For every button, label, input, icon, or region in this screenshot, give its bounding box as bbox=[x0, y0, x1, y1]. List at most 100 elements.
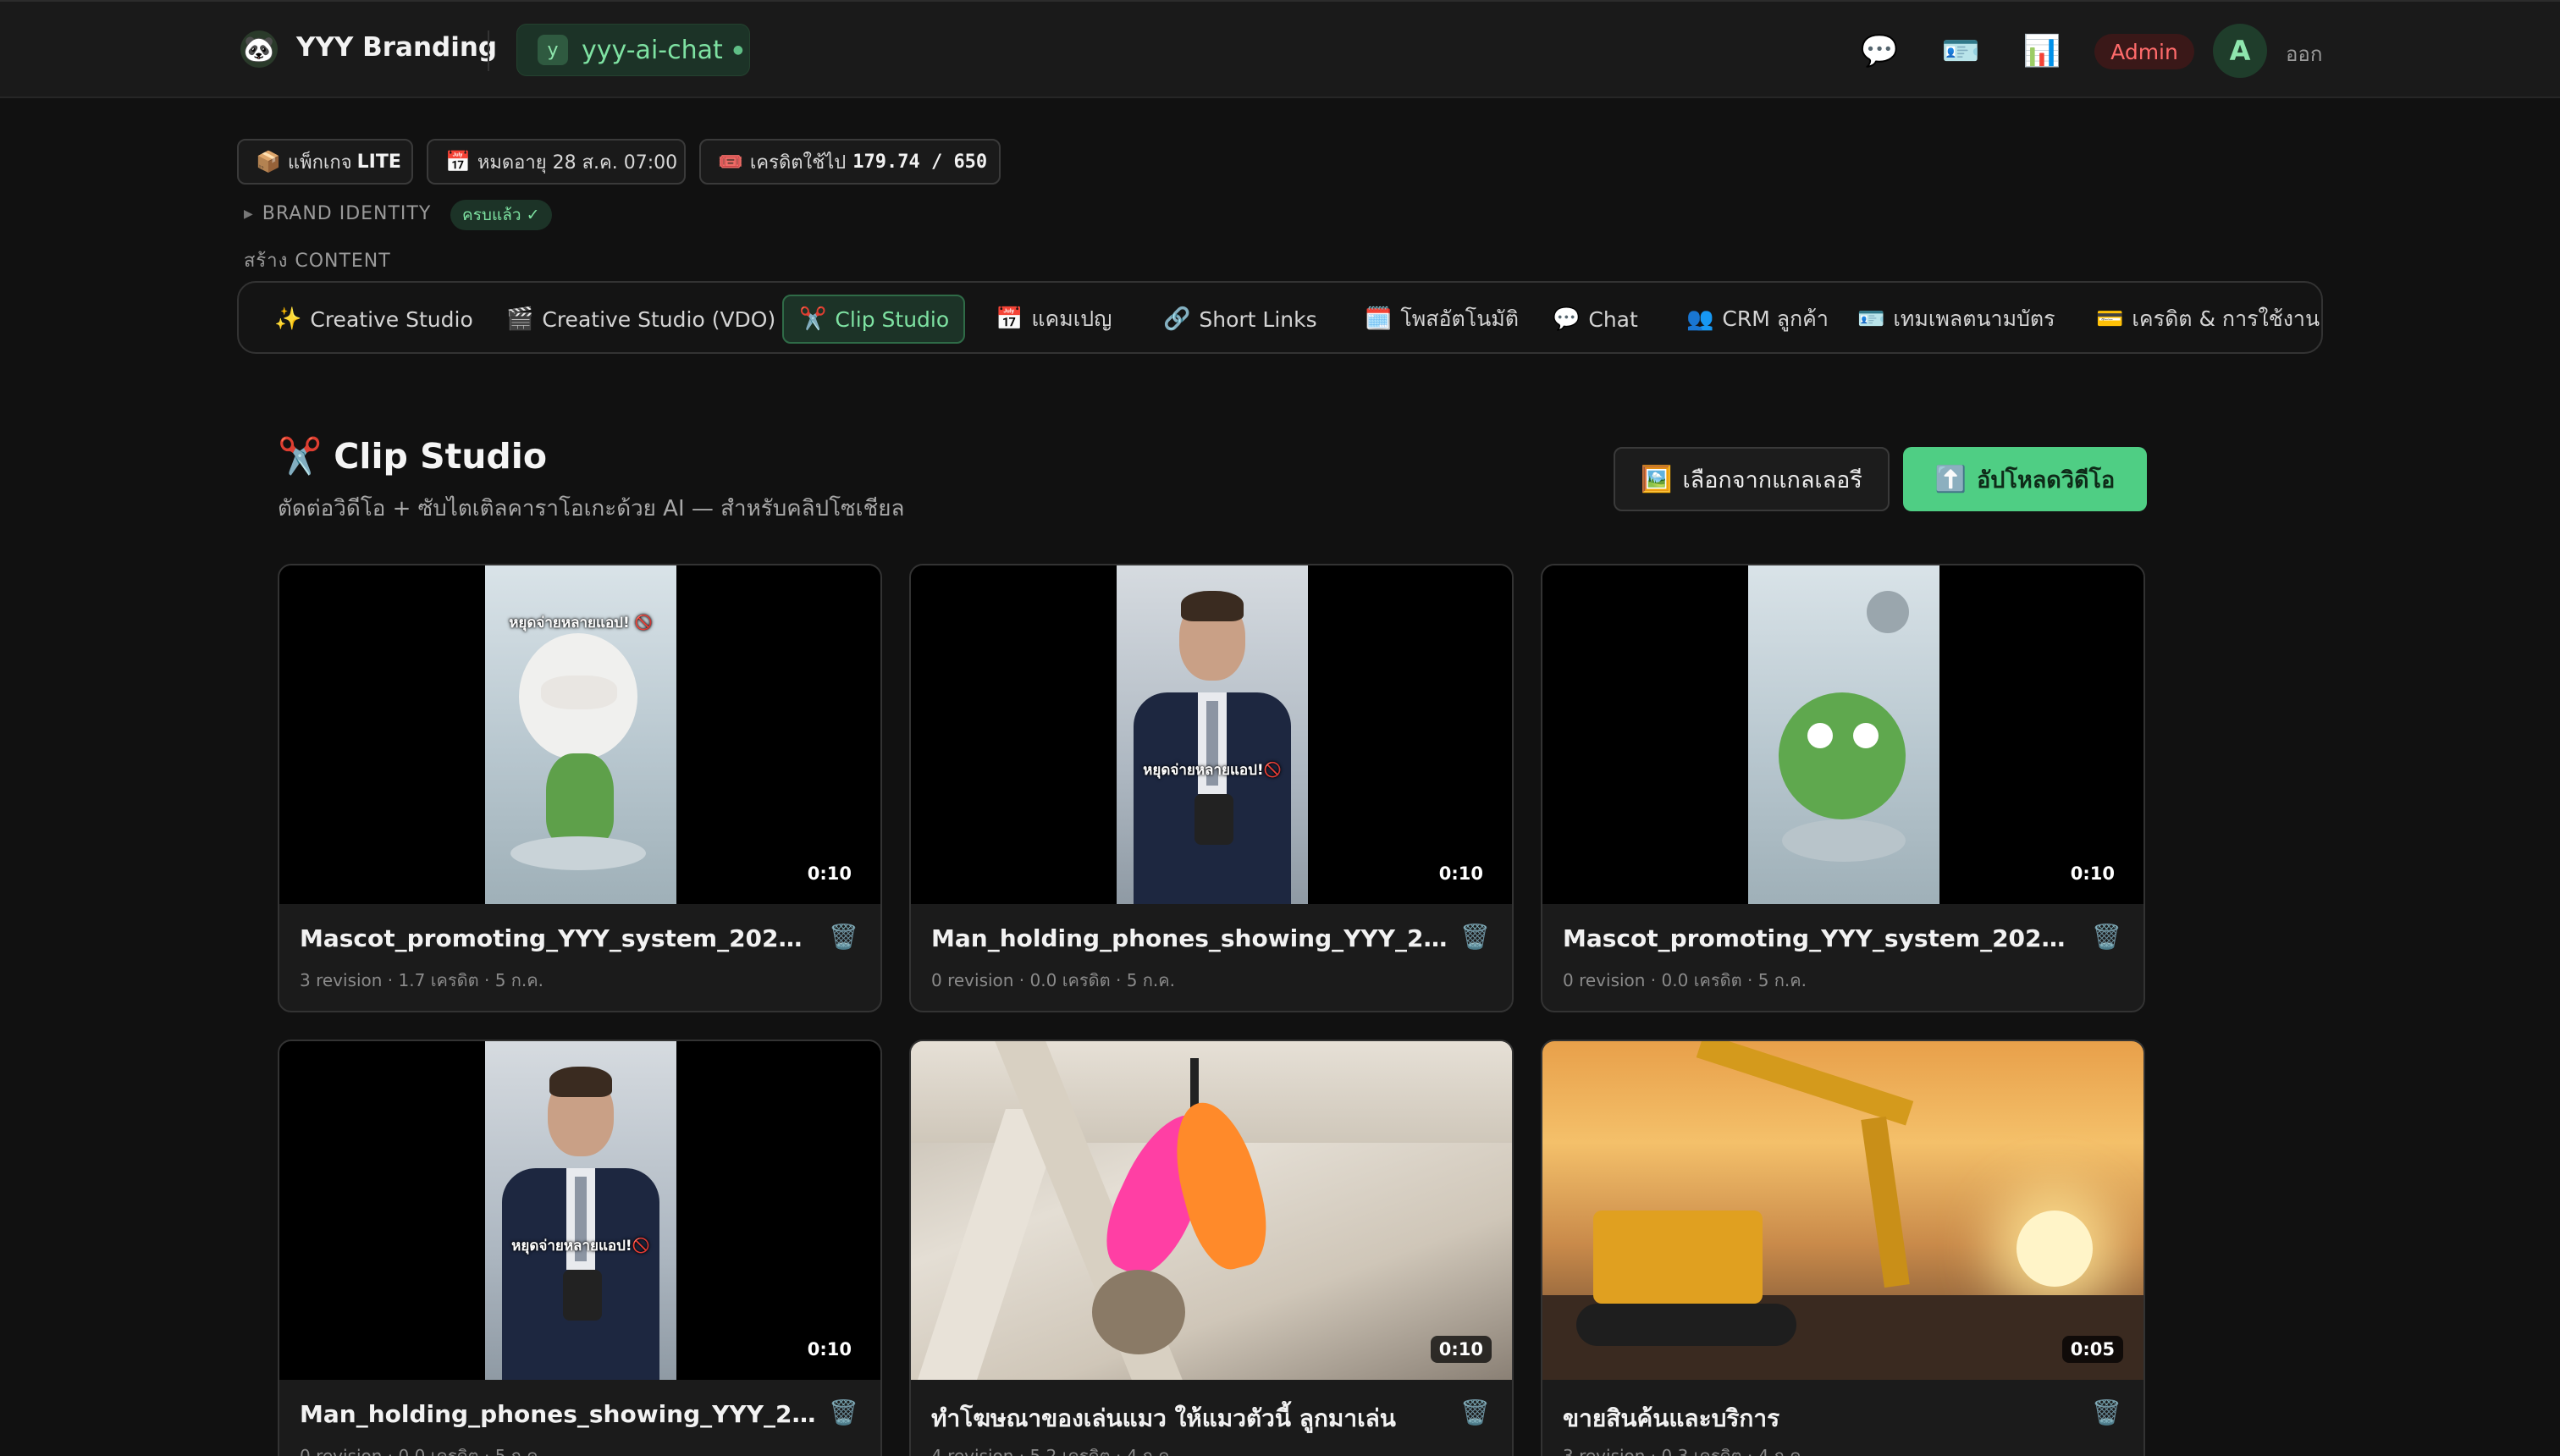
triangle-right-icon: ▶ bbox=[244, 207, 254, 221]
content-tabbar: ✨ Creative Studio 🎬 Creative Studio (VDO… bbox=[237, 281, 2323, 354]
tab-credits-usage[interactable]: 💳 เครดิต & การใช้งาน bbox=[2081, 295, 2335, 344]
tab-label: CRM ลูกค้า bbox=[1722, 306, 1829, 331]
trash-icon[interactable]: 🗑️ bbox=[1460, 1398, 1490, 1426]
expiry-chip: 📅 หมดอายุ 28 ส.ค. 07:00 bbox=[427, 139, 686, 185]
expiry-label: หมดอายุ 28 ส.ค. 07:00 bbox=[477, 152, 678, 174]
businessman-video-frame: หยุดจ่ายหลายแอป!🚫 bbox=[485, 1041, 676, 1380]
trash-icon[interactable]: 🗑️ bbox=[829, 1398, 858, 1426]
workspace-name: yyy-ai-chat bbox=[582, 35, 723, 65]
clip-thumbnail[interactable]: หยุดจ่ายหลายแอป! 🚫 0:10 bbox=[279, 565, 880, 904]
clip-card[interactable]: 0:10 Mascot_promoting_YYY_system_2026070… bbox=[1541, 564, 2145, 1012]
brand-logo-icon[interactable]: 🐼 bbox=[240, 30, 278, 68]
clip-title[interactable]: ทำโฆษณาของเล่นแมว ให้แมวตัวนี้ ลูกมาเล่น bbox=[931, 1400, 1448, 1437]
top-navbar: 🐼 YYY Branding y yyy-ai-chat ● 💬 🪪 📊 Adm… bbox=[0, 0, 2560, 98]
image-icon: 🖼️ bbox=[1641, 464, 1673, 494]
clip-meta: 0 revision · 0.0 เครดิต · 5 ก.ค. bbox=[1563, 970, 1807, 990]
tab-business-card-templates[interactable]: 🪪 เทมเพลตนามบัตร bbox=[1842, 295, 2071, 344]
user-avatar[interactable]: A bbox=[2213, 24, 2267, 78]
clip-meta: 0 revision · 0.0 เครดิต · 5 ก.ค. bbox=[931, 970, 1175, 990]
id-card-icon[interactable]: 🪪 bbox=[1940, 30, 1981, 71]
clip-card[interactable]: หยุดจ่ายหลายแอป!🚫 0:10 Man_holding_phone… bbox=[909, 564, 1514, 1012]
trash-icon[interactable]: 🗑️ bbox=[2092, 1398, 2121, 1426]
brand-identity-status-badge: ครบแล้ว ✓ bbox=[450, 200, 552, 230]
credits-chip: 🎟️ เครดิตใช้ไป 179.74 / 650 bbox=[699, 139, 1001, 185]
tab-label: เทมเพลตนามบัตร bbox=[1893, 306, 2055, 331]
tab-clip-studio[interactable]: ✂️ Clip Studio bbox=[782, 295, 965, 344]
clip-meta: 3 revision · 1.7 เครดิต · 5 ก.ค. bbox=[300, 970, 543, 990]
scissors-icon: ✂️ bbox=[799, 306, 827, 332]
clip-thumbnail[interactable]: 0:10 bbox=[911, 1041, 1512, 1380]
logout-link[interactable]: ออก bbox=[2286, 37, 2322, 70]
tab-auto-post[interactable]: 🗓️ โพสอัตโนมัติ bbox=[1349, 295, 1534, 344]
header-divider bbox=[488, 30, 489, 71]
tab-short-links[interactable]: 🔗 Short Links bbox=[1148, 295, 1332, 344]
clip-meta: 4 revision · 5.2 เครดิต · 4 ก.ค. bbox=[931, 1446, 1175, 1456]
clip-thumbnail[interactable]: หยุดจ่ายหลายแอป!🚫 0:10 bbox=[911, 565, 1512, 904]
clip-thumbnail[interactable]: 0:10 bbox=[1542, 565, 2143, 904]
tab-campaign[interactable]: 📅 แคมเปญ bbox=[980, 295, 1127, 344]
page-subtitle: ตัดต่อวิดีโอ + ซับไตเติลคาราโอเกะด้วย AI… bbox=[278, 496, 905, 521]
brand-identity-toggle[interactable]: ▶ BRAND IDENTITY bbox=[244, 203, 431, 224]
schedule-icon: 🗓️ bbox=[1365, 306, 1393, 332]
clip-duration: 0:10 bbox=[798, 860, 860, 887]
package-icon: 📦 bbox=[256, 150, 281, 174]
clip-duration: 0:10 bbox=[2061, 860, 2123, 887]
clip-title[interactable]: ขายสินค้นและบริการ bbox=[1563, 1400, 2079, 1437]
tab-label: Clip Studio bbox=[835, 306, 950, 332]
clip-card[interactable]: หยุดจ่ายหลายแอป! 🚫 0:10 Mascot_promoting… bbox=[278, 564, 882, 1012]
trash-icon[interactable]: 🗑️ bbox=[2092, 923, 2121, 951]
brand-name[interactable]: YYY Branding bbox=[296, 32, 497, 63]
package-label: แพ็กเกจ bbox=[287, 152, 352, 174]
tab-crm[interactable]: 👥 CRM ลูกค้า bbox=[1671, 295, 1844, 344]
tab-label: Short Links bbox=[1199, 306, 1317, 332]
id-card-icon: 🪪 bbox=[1857, 306, 1885, 332]
clip-meta: 0 revision · 0.0 เครดิต · 5 ก.ค. bbox=[300, 1446, 543, 1456]
clip-card[interactable]: 0:05 ขายสินค้นและบริการ 🗑️ 3 revision · … bbox=[1541, 1040, 2145, 1456]
upload-arrow-icon: ⬆️ bbox=[1934, 464, 1967, 494]
calendar-icon: 📅 bbox=[996, 306, 1023, 332]
chevron-down-icon: ● bbox=[732, 43, 743, 57]
credit-card-icon: 💳 bbox=[2096, 306, 2124, 332]
tab-label: เครดิต & การใช้งาน bbox=[2132, 306, 2320, 331]
credits-label: เครดิตใช้ไป bbox=[749, 152, 847, 174]
clip-card[interactable]: หยุดจ่ายหลายแอป!🚫 0:10 Man_holding_phone… bbox=[278, 1040, 882, 1456]
green-mascot-video-frame bbox=[1748, 565, 1939, 904]
excavator-figure bbox=[1593, 1211, 1763, 1304]
create-content-label: สร้าง CONTENT bbox=[244, 251, 391, 272]
upload-video-button[interactable]: ⬆️ อัปโหลดวิดีโอ bbox=[1903, 447, 2147, 511]
clip-title[interactable]: Mascot_promoting_YYY_system_20260705... bbox=[1563, 924, 2079, 952]
tab-label: Chat bbox=[1588, 306, 1638, 332]
package-chip: 📦 แพ็กเกจ LITE bbox=[237, 139, 413, 185]
mascot-video-frame: หยุดจ่ายหลายแอป! 🚫 bbox=[485, 565, 676, 904]
trash-icon[interactable]: 🗑️ bbox=[829, 923, 858, 951]
clip-title[interactable]: Mascot_promoting_YYY_system_20260705... bbox=[300, 924, 816, 952]
tab-creative-studio-vdo[interactable]: 🎬 Creative Studio (VDO) bbox=[491, 295, 791, 344]
cat-figure bbox=[1092, 1270, 1185, 1354]
clip-caption-overlay: หยุดจ่ายหลายแอป! 🚫 bbox=[509, 615, 653, 631]
clip-thumbnail[interactable]: 0:05 bbox=[1542, 1041, 2143, 1380]
page-title: ✂️ Clip Studio bbox=[278, 435, 547, 477]
clip-caption-overlay: หยุดจ่ายหลายแอป!🚫 bbox=[1143, 762, 1282, 779]
clip-caption-overlay: หยุดจ่ายหลายแอป!🚫 bbox=[511, 1238, 650, 1255]
chat-bubble-icon: 💬 bbox=[1553, 306, 1581, 332]
clip-card[interactable]: 0:10 ทำโฆษณาของเล่นแมว ให้แมวตัวนี้ ลูกม… bbox=[909, 1040, 1514, 1456]
ticket-icon: 🎟️ bbox=[718, 150, 743, 174]
admin-badge[interactable]: Admin bbox=[2094, 34, 2194, 69]
users-icon: 👥 bbox=[1686, 306, 1714, 332]
brand-identity-label: BRAND IDENTITY bbox=[262, 203, 432, 224]
tab-label: Creative Studio (VDO) bbox=[542, 306, 776, 332]
workspace-switcher[interactable]: y yyy-ai-chat ● bbox=[516, 24, 750, 76]
select-from-gallery-button[interactable]: 🖼️ เลือกจากแกลเลอรี bbox=[1614, 447, 1890, 511]
chat-icon[interactable]: 💬 bbox=[1859, 30, 1900, 71]
clip-thumbnail[interactable]: หยุดจ่ายหลายแอป!🚫 0:10 bbox=[279, 1041, 880, 1380]
clip-title[interactable]: Man_holding_phones_showing_YYY_20260... bbox=[300, 1400, 816, 1428]
page-title-text: Clip Studio bbox=[334, 436, 548, 477]
tab-chat[interactable]: 💬 Chat bbox=[1537, 295, 1653, 344]
link-icon: 🔗 bbox=[1163, 306, 1191, 332]
clip-duration: 0:10 bbox=[1430, 860, 1492, 887]
workspace-avatar: y bbox=[538, 35, 568, 65]
bar-chart-icon[interactable]: 📊 bbox=[2022, 30, 2062, 71]
tab-creative-studio[interactable]: ✨ Creative Studio bbox=[259, 295, 488, 344]
trash-icon[interactable]: 🗑️ bbox=[1460, 923, 1490, 951]
clip-title[interactable]: Man_holding_phones_showing_YYY_20260... bbox=[931, 924, 1448, 952]
